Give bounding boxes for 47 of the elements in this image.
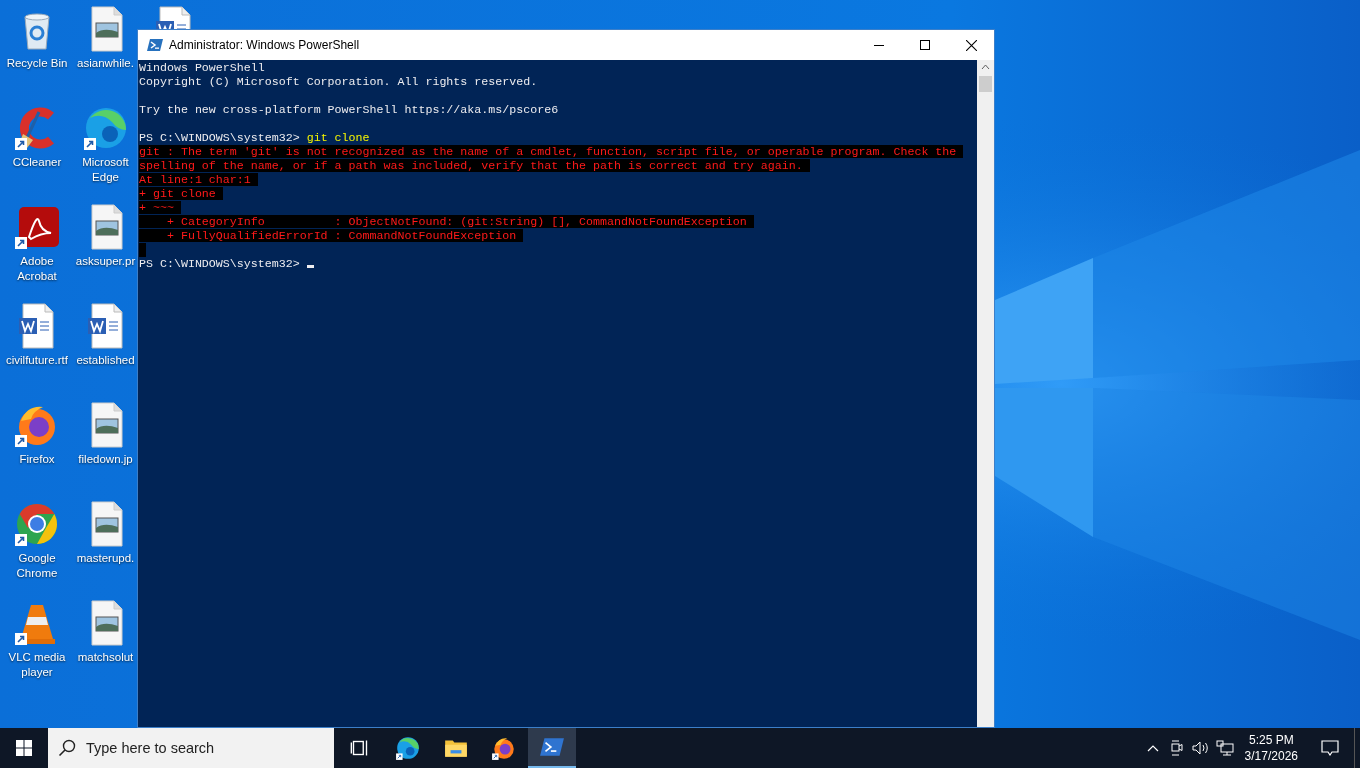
firefox-icon	[491, 735, 517, 761]
edge-icon	[395, 735, 421, 761]
console-prompt: PS C:\WINDOWS\system32>	[139, 131, 300, 144]
icon-label[interactable]: civilfuture.rtf	[6, 353, 68, 368]
network-icon[interactable]	[1215, 740, 1234, 756]
window-title: Administrator: Windows PowerShell	[169, 37, 361, 54]
error-text: + git clone	[139, 187, 223, 200]
search-field[interactable]: Type here to search	[48, 728, 334, 768]
console-command: git clone	[306, 131, 370, 144]
console-text: Copyright (C) Microsoft Corporation. All rights reserved.	[139, 75, 538, 88]
camera-icon[interactable]	[1168, 740, 1185, 756]
icon-label[interactable]: matchsolut	[77, 650, 134, 665]
icon-label[interactable]: asksuper.pr	[75, 254, 136, 269]
icon-label[interactable]: CCleaner	[12, 155, 62, 170]
icon-label[interactable]: Microsoft Edge	[74, 155, 137, 185]
icon-label[interactable]: Google Chrome	[0, 551, 74, 581]
error-text: At line:1 char:1	[139, 173, 258, 186]
icon-label[interactable]: asianwhile.	[77, 56, 134, 71]
console-text: Windows PowerShell	[139, 61, 265, 74]
console-prompt: PS C:\WINDOWS\system32>	[139, 257, 300, 270]
console-text: Try the new cross-platform PowerShell https://aka.ms/pscore6	[139, 103, 559, 116]
icon-label[interactable]: Adobe Acrobat	[0, 254, 74, 284]
icon-label[interactable]: filedown.jp	[78, 452, 133, 467]
error-text: + CategoryInfo : ObjectNotFound: (git:String) [], CommandNotFoundException	[139, 215, 754, 228]
chevron-up-icon[interactable]	[1146, 744, 1159, 752]
icon-label[interactable]: Recycle Bin	[6, 56, 68, 71]
error-text: spelling of the name, or if a path was included, verify that the path is correct and try again.	[139, 159, 810, 172]
error-text: + ~~~	[139, 201, 181, 214]
clock-date: 3/17/2026	[1244, 748, 1298, 764]
maximize-icon	[920, 40, 930, 50]
icon-label[interactable]: established	[76, 353, 135, 368]
scrollbar[interactable]	[977, 60, 994, 727]
error-text: + FullyQualifiedErrorId : CommandNotFoundException	[139, 229, 524, 242]
icon-label[interactable]: Firefox	[19, 452, 55, 467]
search-icon	[58, 739, 76, 757]
error-highlight	[139, 243, 146, 257]
notification-icon	[1321, 740, 1339, 756]
error-text: git : The term 'git' is not recognized as the name of a cmdlet, function, script file, or operable program. Check the	[139, 145, 964, 158]
clock-time: 5:25 PM	[1247, 732, 1295, 748]
close-icon	[965, 39, 977, 51]
windows-logo-icon	[16, 740, 32, 756]
speaker-icon[interactable]	[1191, 740, 1210, 756]
icon-label[interactable]: VLC media player	[0, 650, 74, 680]
icon-label[interactable]: masterupd.	[76, 551, 135, 566]
clock[interactable]: 5:25 PM 3/17/2026	[1236, 732, 1306, 764]
scrollbar-thumb[interactable]	[979, 76, 992, 92]
powershell-icon	[147, 37, 163, 53]
